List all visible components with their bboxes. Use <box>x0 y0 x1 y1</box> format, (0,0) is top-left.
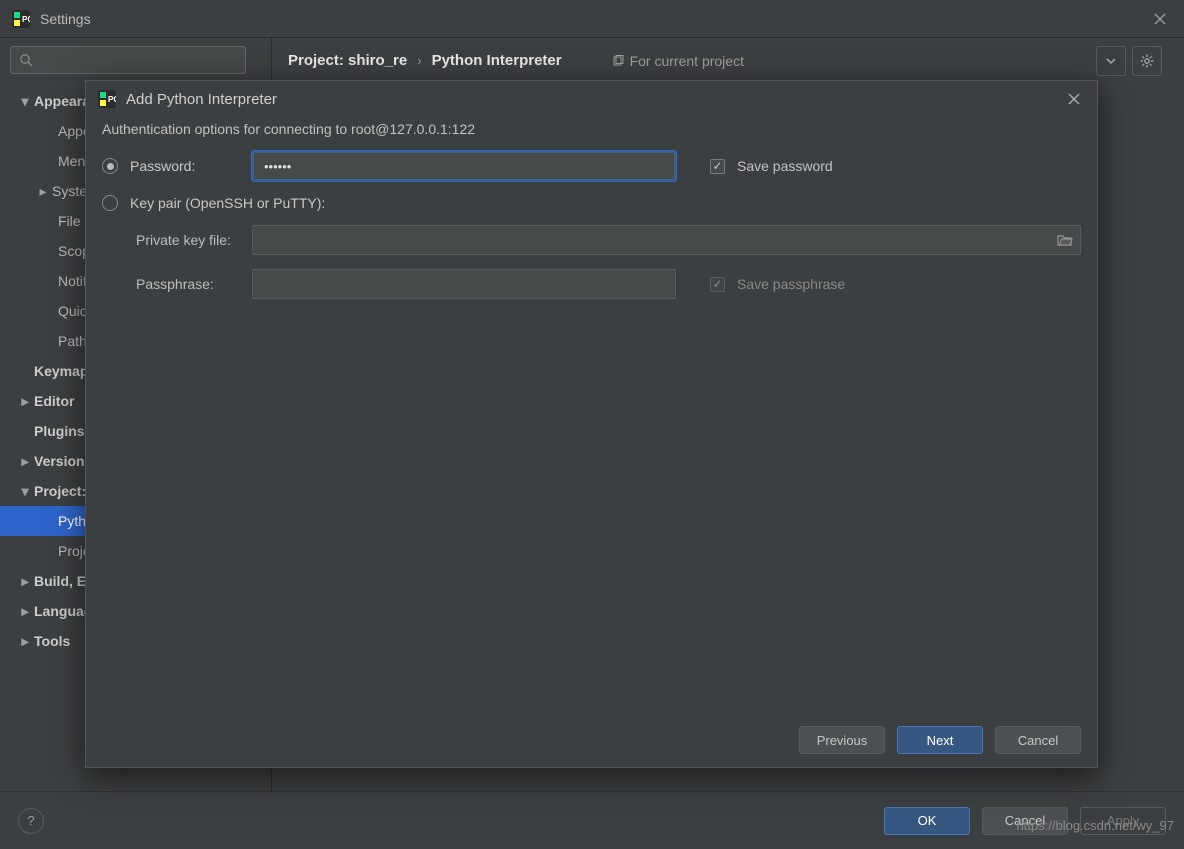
private-key-input[interactable] <box>252 225 1081 255</box>
next-button[interactable]: Next <box>897 726 983 754</box>
settings-close-icon[interactable] <box>1148 7 1172 31</box>
save-password-checkbox[interactable] <box>710 159 725 174</box>
save-passphrase-checkbox <box>710 277 725 292</box>
dialog-footer: Previous Next Cancel <box>86 713 1097 767</box>
breadcrumb: Project: shiro_re › Python Interpreter F… <box>272 38 1184 83</box>
previous-button[interactable]: Previous <box>799 726 885 754</box>
svg-text:PC: PC <box>108 95 116 104</box>
passphrase-input[interactable] <box>252 269 676 299</box>
ok-button[interactable]: OK <box>884 807 970 835</box>
auth-description: Authentication options for connecting to… <box>102 121 1081 137</box>
gear-icon <box>1140 54 1154 68</box>
pycharm-icon: PC <box>98 90 116 108</box>
password-radio-label: Password: <box>130 158 240 174</box>
settings-titlebar: PC Settings <box>0 0 1184 38</box>
svg-text:PC: PC <box>22 15 30 24</box>
dialog-close-icon[interactable] <box>1063 88 1085 110</box>
settings-footer: ? OK Cancel Apply <box>0 791 1184 849</box>
breadcrumb-project: Project: shiro_re <box>288 52 407 69</box>
watermark: https://blog.csdn.net/wy_97 <box>1016 818 1174 833</box>
save-passphrase-label: Save passphrase <box>737 276 845 292</box>
keypair-radio[interactable] <box>102 195 118 211</box>
breadcrumb-separator: › <box>417 53 421 68</box>
settings-search-input[interactable] <box>10 46 246 74</box>
keypair-radio-label: Key pair (OpenSSH or PuTTY): <box>130 195 325 211</box>
interpreter-dropdown-button[interactable] <box>1096 46 1126 76</box>
add-interpreter-dialog: PC Add Python Interpreter Authentication… <box>85 80 1098 768</box>
passphrase-label: Passphrase: <box>136 276 240 292</box>
password-radio[interactable] <box>102 158 118 174</box>
pycharm-icon: PC <box>12 10 30 28</box>
settings-title: Settings <box>40 11 91 27</box>
interpreter-settings-button[interactable] <box>1132 46 1162 76</box>
breadcrumb-hint: For current project <box>612 53 744 69</box>
dialog-body: Authentication options for connecting to… <box>86 117 1097 713</box>
breadcrumb-page: Python Interpreter <box>432 52 562 69</box>
folder-open-icon <box>1057 233 1073 247</box>
help-button[interactable]: ? <box>18 808 44 834</box>
dialog-cancel-button[interactable]: Cancel <box>995 726 1081 754</box>
dialog-title: Add Python Interpreter <box>126 91 277 108</box>
save-password-label: Save password <box>737 158 833 174</box>
copy-icon <box>612 55 624 67</box>
private-key-label: Private key file: <box>136 232 240 248</box>
chevron-down-icon <box>1106 56 1116 66</box>
browse-file-button[interactable] <box>1050 226 1080 254</box>
search-icon <box>19 53 33 67</box>
dialog-titlebar: PC Add Python Interpreter <box>86 81 1097 117</box>
password-input[interactable] <box>252 151 676 181</box>
